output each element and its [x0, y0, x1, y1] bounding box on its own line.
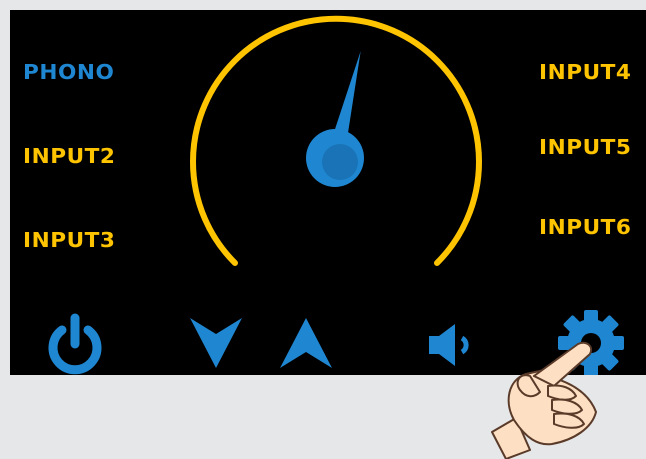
chevron-down-icon [190, 318, 242, 368]
chevron-up-icon [280, 318, 332, 368]
speaker-button[interactable] [425, 320, 483, 370]
power-icon [48, 313, 102, 375]
pointing-hand-icon [491, 341, 597, 459]
volume-up-button[interactable] [278, 316, 334, 370]
volume-down-button[interactable] [188, 316, 244, 370]
touch-screen: PHONO INPUT2 INPUT3 INPUT4 INPUT5 INPUT6 [10, 10, 646, 375]
speaker-icon [429, 324, 469, 366]
meter-hub-inner [322, 144, 358, 180]
power-button[interactable] [42, 310, 108, 375]
